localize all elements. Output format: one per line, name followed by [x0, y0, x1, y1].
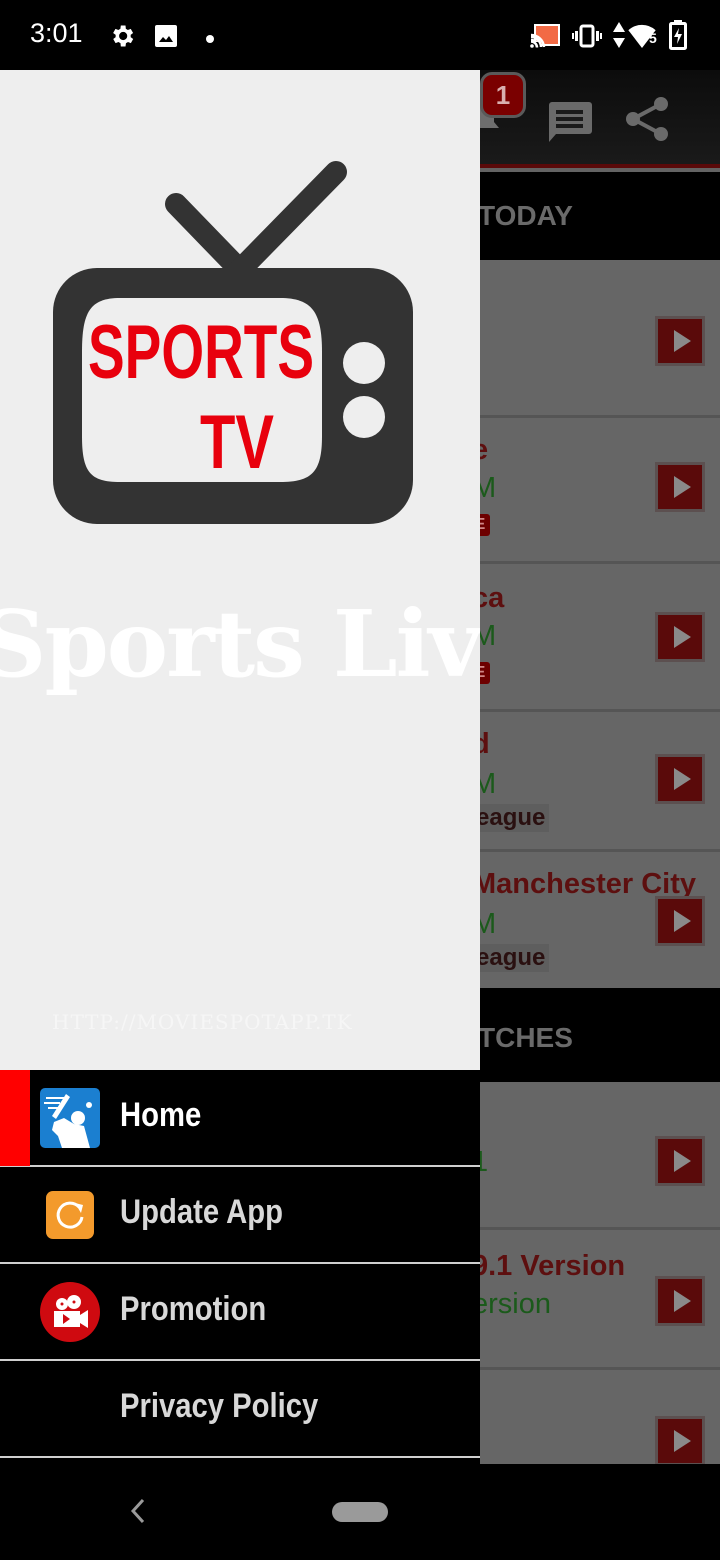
menu-item-label: Privacy Policy [120, 1387, 319, 1425]
play-icon [673, 626, 691, 648]
chat-icon[interactable] [546, 102, 592, 147]
match-league: eague [472, 944, 550, 972]
menu-item-promotion[interactable]: Promotion [0, 1264, 480, 1361]
menu-item-label: Home [120, 1096, 202, 1134]
menu-item-privacy-policy[interactable]: Privacy Policy [0, 1361, 480, 1458]
vibrate-icon [572, 24, 602, 53]
menu-item-label: Promotion [120, 1290, 267, 1328]
menu-item-home[interactable]: Home [0, 1070, 480, 1167]
cast-icon [530, 24, 560, 53]
play-button[interactable] [655, 612, 705, 662]
play-icon [673, 330, 691, 352]
video-camera-icon [40, 1282, 100, 1342]
data-arrows-icon [613, 22, 625, 53]
match-title: 9.1 Version [472, 1250, 626, 1282]
home-button[interactable] [332, 1502, 388, 1522]
system-nav-bar [0, 1464, 720, 1560]
settings-icon [108, 22, 136, 55]
wifi-icon: 5 [628, 22, 662, 55]
wifi-label: 5 [649, 30, 657, 46]
match-league: eague [472, 804, 550, 832]
play-button[interactable] [655, 316, 705, 366]
play-button[interactable] [655, 462, 705, 512]
menu-item-update-app[interactable]: Update App [0, 1167, 480, 1264]
play-button[interactable] [655, 1136, 705, 1186]
back-chevron-icon [130, 1498, 145, 1524]
play-icon [673, 768, 691, 790]
tv-knob [343, 396, 385, 438]
tv-knob [343, 342, 385, 384]
play-icon [673, 1150, 691, 1172]
antenna-right [225, 161, 347, 285]
back-button[interactable] [128, 1496, 148, 1531]
play-icon [673, 1290, 691, 1312]
navigation-drawer: SPORTS TV Sports Live Tv HTTP://MOVIESPO… [0, 70, 480, 1464]
logo-line1: SPORTS [88, 310, 314, 395]
active-indicator [0, 1070, 30, 1166]
play-icon [673, 1430, 691, 1452]
sports-tv-logo: SPORTS TV [53, 161, 413, 524]
cricket-icon [40, 1088, 100, 1148]
match-time: ersion [472, 1288, 551, 1320]
drawer-header: SPORTS TV Sports Live Tv HTTP://MOVIESPO… [0, 70, 480, 1070]
battery-charging-icon [669, 20, 687, 55]
menu-item-label: Update App [120, 1193, 283, 1231]
refresh-icon [46, 1191, 94, 1239]
drawer-menu: Home Update App Promotion Privacy Policy [0, 1070, 480, 1458]
play-button[interactable] [655, 896, 705, 946]
dot-icon [205, 31, 215, 49]
play-button[interactable] [655, 754, 705, 804]
play-icon [673, 910, 691, 932]
notification-badge: 1 [480, 72, 526, 118]
play-icon [673, 476, 691, 498]
play-button[interactable] [655, 1416, 705, 1464]
brand-title: Sports Live Tv [0, 590, 480, 698]
status-time: 3:01 [30, 18, 83, 48]
share-icon[interactable] [625, 96, 671, 147]
brand-url: HTTP://MOVIESPOTAPP.TK [52, 1010, 353, 1034]
status-bar: 3:01 5 [0, 0, 720, 70]
logo-line2: TV [200, 400, 274, 485]
play-button[interactable] [655, 1276, 705, 1326]
image-icon [154, 24, 178, 53]
antenna-left [165, 193, 247, 277]
